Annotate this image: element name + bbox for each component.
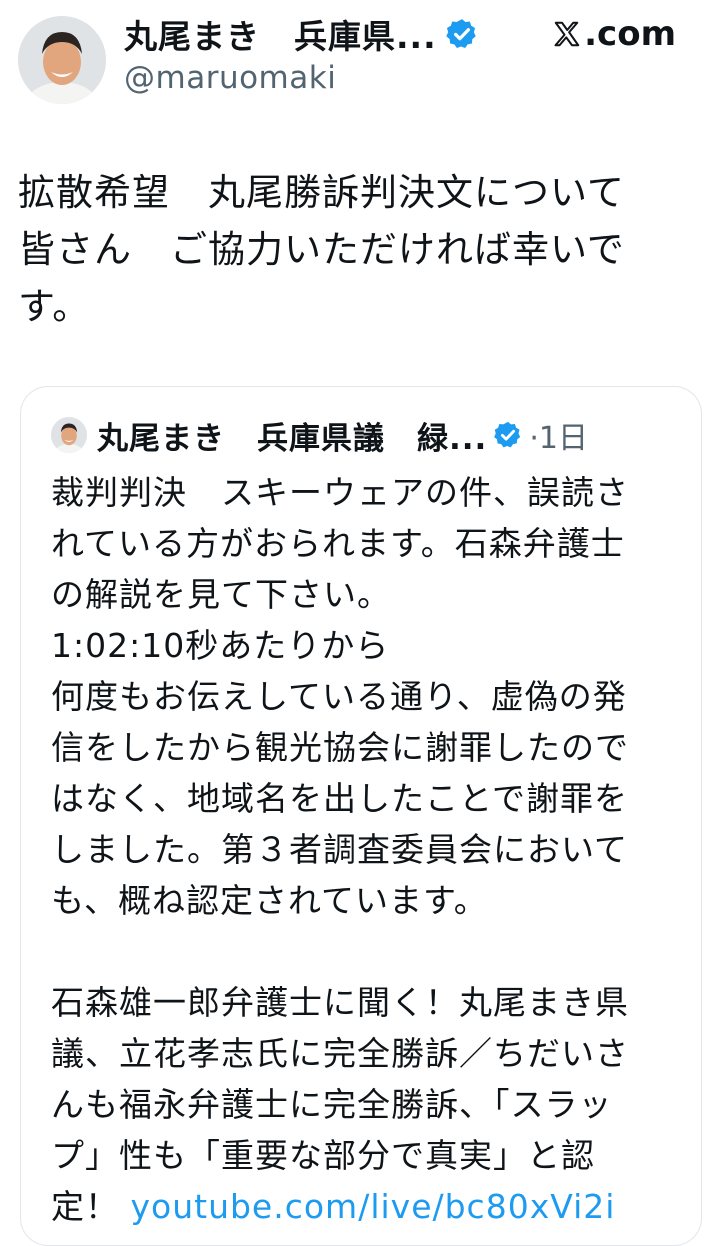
quote-author-name: 丸尾まき 兵庫県議 緑... xyxy=(97,420,488,457)
quote-avatar xyxy=(51,417,87,453)
brand-text: .com xyxy=(584,14,676,54)
quote-link[interactable]: youtube.com/live/bc80xVi2i xyxy=(131,1187,616,1226)
quote-timestamp: ·1日 xyxy=(529,421,588,456)
author-name[interactable]: 丸尾まき 兵庫県... xyxy=(124,10,437,58)
tweet-header: 丸尾まき 兵庫県... @maruomaki .com xyxy=(0,0,714,130)
brand-logo[interactable]: .com xyxy=(552,14,676,54)
tweet-text: 拡散希望 丸尾勝訴判決文について 皆さん ご協力いただければ幸いで す。 xyxy=(18,171,625,328)
quote-text: 裁判判決 スキーウェアの件、誤読さ れている方がおられます。石森弁護士 の解説を… xyxy=(51,467,691,1232)
author-handle[interactable]: @maruomaki xyxy=(124,60,336,96)
profile-photo-icon xyxy=(18,16,106,104)
quoted-tweet-card[interactable]: 丸尾まき 兵庫県議 緑... ·1日 裁判判決 スキーウェアの件、誤読さ れてい… xyxy=(20,386,702,1246)
author-name-row[interactable]: 丸尾まき 兵庫県... xyxy=(124,12,479,56)
x-logo-icon xyxy=(554,21,580,47)
quote-body: 裁判判決 スキーウェアの件、誤読さ れている方がおられます。石森弁護士 の解説を… xyxy=(51,473,629,1226)
avatar[interactable] xyxy=(18,16,106,104)
profile-photo-icon xyxy=(51,417,87,453)
verified-badge-icon xyxy=(494,421,521,448)
verified-badge-icon xyxy=(445,19,476,49)
quote-author-row: 丸尾まき 兵庫県議 緑... ·1日 xyxy=(97,413,588,457)
